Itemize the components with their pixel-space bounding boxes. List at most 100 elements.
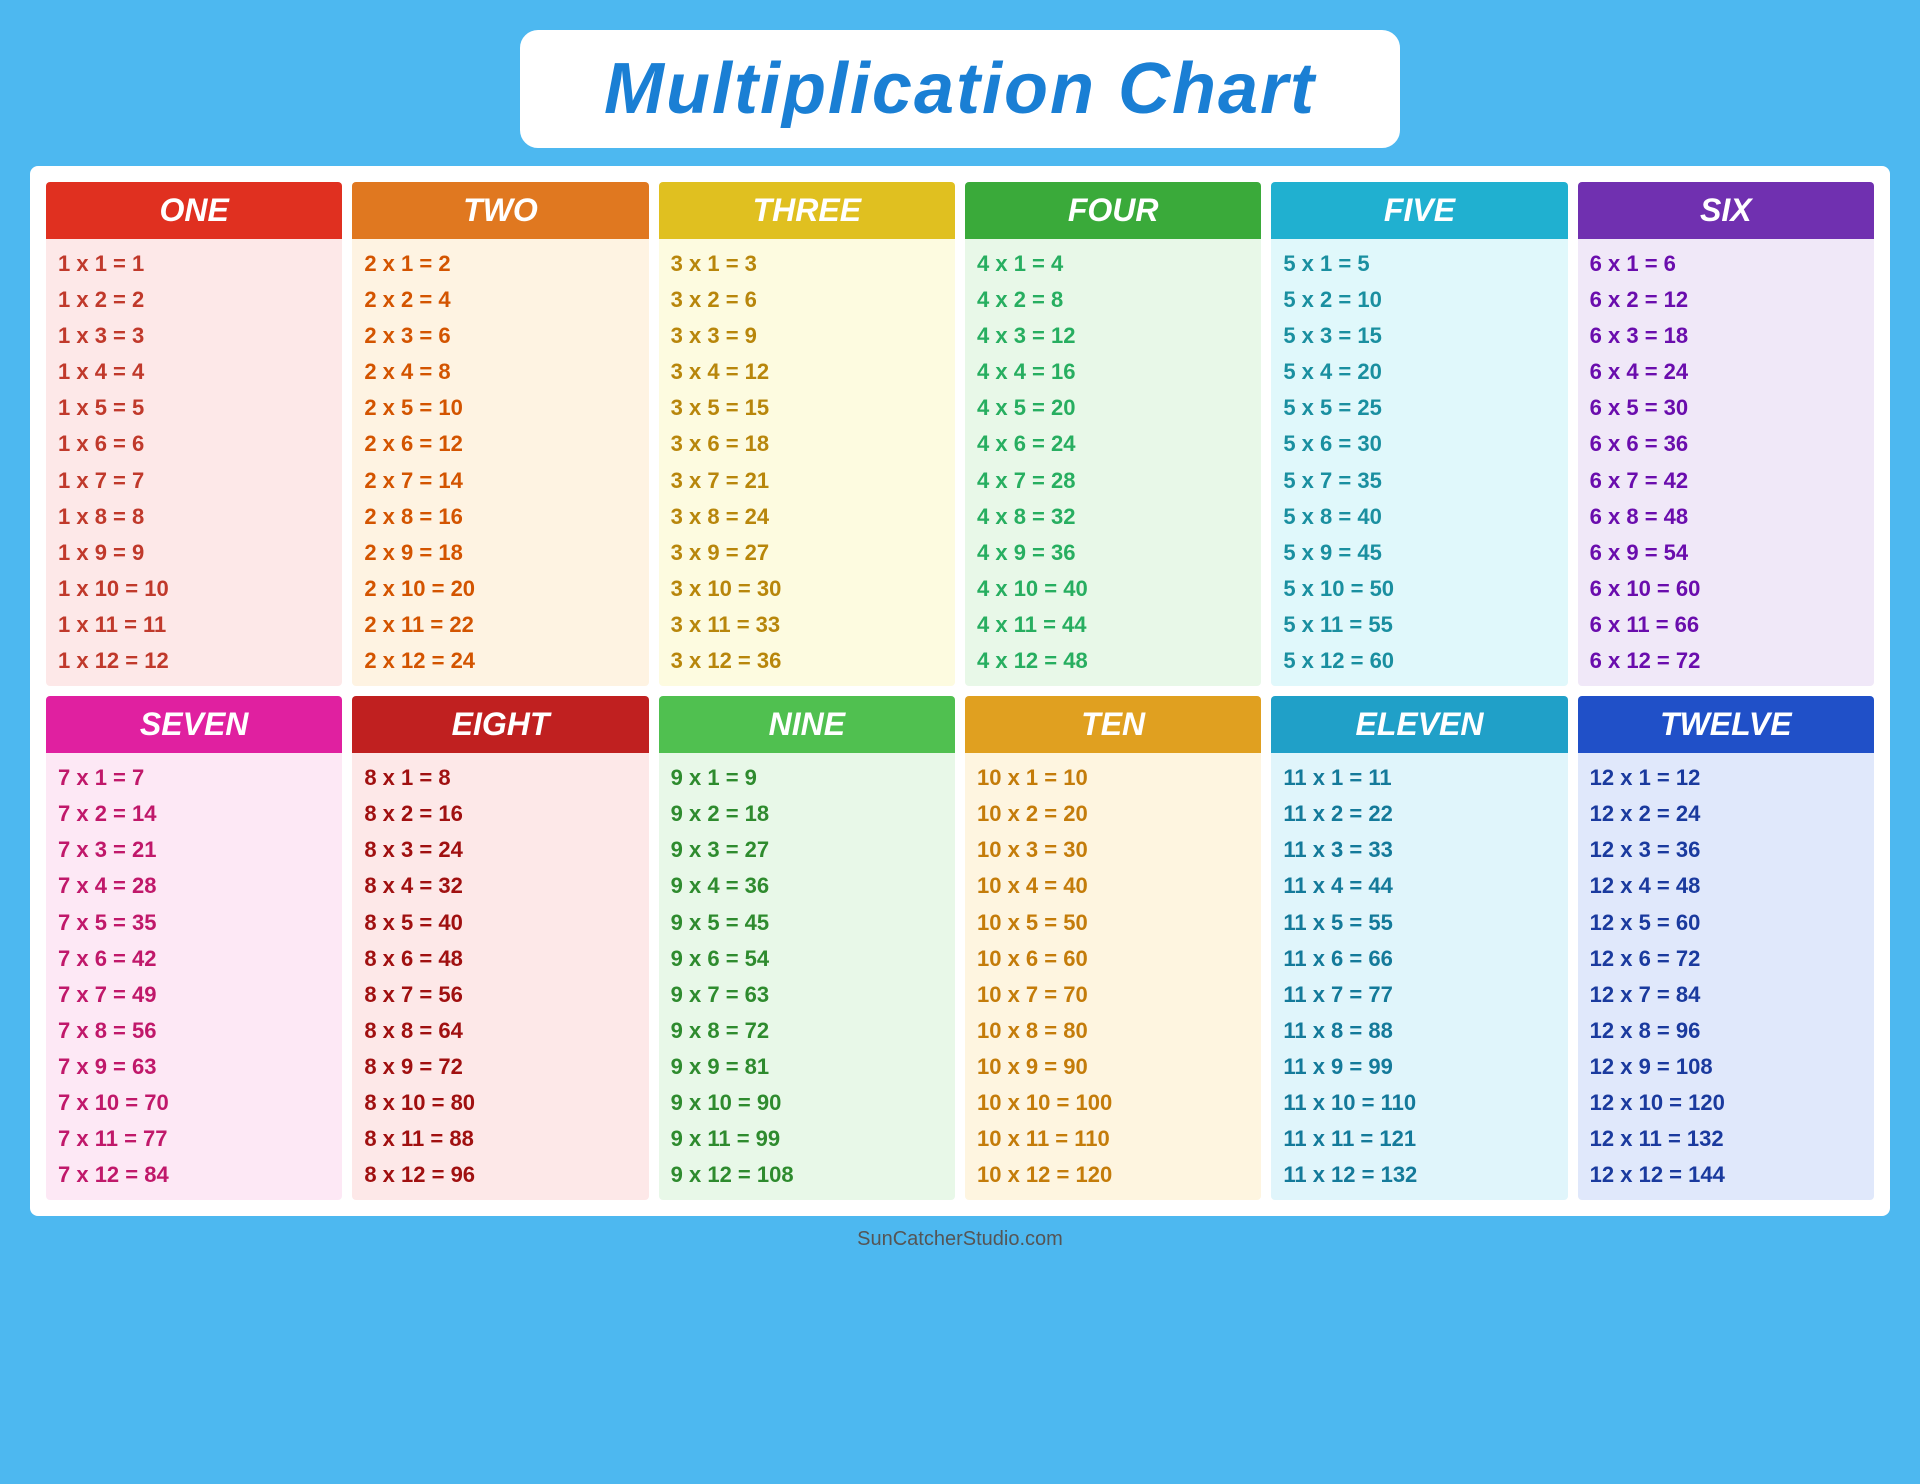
table-row: 10 x 10 = 100 (977, 1086, 1249, 1120)
table-row: 4 x 7 = 28 (977, 464, 1249, 498)
table-row: 3 x 11 = 33 (671, 608, 943, 642)
table-row: 10 x 7 = 70 (977, 978, 1249, 1012)
header-twelve: TWELVE (1578, 696, 1874, 753)
table-row: 3 x 10 = 30 (671, 572, 943, 606)
body-twelve: 12 x 1 = 1212 x 2 = 2412 x 3 = 3612 x 4 … (1578, 753, 1874, 1200)
body-one: 1 x 1 = 11 x 2 = 21 x 3 = 31 x 4 = 41 x … (46, 239, 342, 686)
table-row: 7 x 8 = 56 (58, 1014, 330, 1048)
block-eleven: ELEVEN11 x 1 = 1111 x 2 = 2211 x 3 = 331… (1271, 696, 1567, 1200)
table-row: 12 x 5 = 60 (1590, 906, 1862, 940)
header-six: SIX (1578, 182, 1874, 239)
table-row: 2 x 6 = 12 (364, 427, 636, 461)
table-row: 3 x 12 = 36 (671, 644, 943, 678)
body-three: 3 x 1 = 33 x 2 = 63 x 3 = 93 x 4 = 123 x… (659, 239, 955, 686)
table-row: 9 x 3 = 27 (671, 833, 943, 867)
table-row: 1 x 11 = 11 (58, 608, 330, 642)
table-row: 5 x 10 = 50 (1283, 572, 1555, 606)
table-row: 3 x 9 = 27 (671, 536, 943, 570)
table-row: 7 x 1 = 7 (58, 761, 330, 795)
table-row: 5 x 6 = 30 (1283, 427, 1555, 461)
table-row: 3 x 4 = 12 (671, 355, 943, 389)
table-row: 11 x 1 = 11 (1283, 761, 1555, 795)
table-row: 11 x 2 = 22 (1283, 797, 1555, 831)
table-row: 2 x 9 = 18 (364, 536, 636, 570)
table-row: 10 x 1 = 10 (977, 761, 1249, 795)
table-row: 9 x 2 = 18 (671, 797, 943, 831)
table-row: 9 x 6 = 54 (671, 942, 943, 976)
body-four: 4 x 1 = 44 x 2 = 84 x 3 = 124 x 4 = 164 … (965, 239, 1261, 686)
table-row: 5 x 12 = 60 (1283, 644, 1555, 678)
table-row: 4 x 8 = 32 (977, 500, 1249, 534)
table-row: 3 x 7 = 21 (671, 464, 943, 498)
header-three: THREE (659, 182, 955, 239)
table-row: 11 x 12 = 132 (1283, 1158, 1555, 1192)
table-row: 9 x 10 = 90 (671, 1086, 943, 1120)
table-row: 7 x 3 = 21 (58, 833, 330, 867)
table-row: 8 x 2 = 16 (364, 797, 636, 831)
table-row: 6 x 9 = 54 (1590, 536, 1862, 570)
table-row: 9 x 9 = 81 (671, 1050, 943, 1084)
table-row: 8 x 6 = 48 (364, 942, 636, 976)
table-row: 12 x 9 = 108 (1590, 1050, 1862, 1084)
title-box: Multiplication Chart (520, 30, 1400, 148)
table-row: 12 x 2 = 24 (1590, 797, 1862, 831)
table-row: 12 x 1 = 12 (1590, 761, 1862, 795)
table-row: 7 x 10 = 70 (58, 1086, 330, 1120)
table-row: 8 x 7 = 56 (364, 978, 636, 1012)
chart-outer: ONE1 x 1 = 11 x 2 = 21 x 3 = 31 x 4 = 41… (30, 166, 1890, 1216)
body-two: 2 x 1 = 22 x 2 = 42 x 3 = 62 x 4 = 82 x … (352, 239, 648, 686)
header-nine: NINE (659, 696, 955, 753)
table-row: 8 x 5 = 40 (364, 906, 636, 940)
table-row: 8 x 12 = 96 (364, 1158, 636, 1192)
table-row: 1 x 8 = 8 (58, 500, 330, 534)
header-eight: EIGHT (352, 696, 648, 753)
table-row: 7 x 12 = 84 (58, 1158, 330, 1192)
table-row: 11 x 9 = 99 (1283, 1050, 1555, 1084)
table-row: 7 x 4 = 28 (58, 869, 330, 903)
table-row: 3 x 6 = 18 (671, 427, 943, 461)
body-five: 5 x 1 = 55 x 2 = 105 x 3 = 155 x 4 = 205… (1271, 239, 1567, 686)
table-row: 10 x 11 = 110 (977, 1122, 1249, 1156)
header-five: FIVE (1271, 182, 1567, 239)
table-row: 6 x 2 = 12 (1590, 283, 1862, 317)
table-row: 2 x 4 = 8 (364, 355, 636, 389)
header-four: FOUR (965, 182, 1261, 239)
table-row: 2 x 8 = 16 (364, 500, 636, 534)
table-row: 8 x 8 = 64 (364, 1014, 636, 1048)
table-row: 11 x 7 = 77 (1283, 978, 1555, 1012)
block-eight: EIGHT8 x 1 = 88 x 2 = 168 x 3 = 248 x 4 … (352, 696, 648, 1200)
table-row: 12 x 4 = 48 (1590, 869, 1862, 903)
table-row: 4 x 12 = 48 (977, 644, 1249, 678)
table-row: 2 x 11 = 22 (364, 608, 636, 642)
table-row: 12 x 8 = 96 (1590, 1014, 1862, 1048)
table-row: 6 x 10 = 60 (1590, 572, 1862, 606)
header-ten: TEN (965, 696, 1261, 753)
table-row: 2 x 10 = 20 (364, 572, 636, 606)
table-row: 9 x 4 = 36 (671, 869, 943, 903)
table-row: 2 x 1 = 2 (364, 247, 636, 281)
table-row: 6 x 7 = 42 (1590, 464, 1862, 498)
table-row: 11 x 3 = 33 (1283, 833, 1555, 867)
table-row: 10 x 9 = 90 (977, 1050, 1249, 1084)
table-row: 9 x 12 = 108 (671, 1158, 943, 1192)
block-two: TWO2 x 1 = 22 x 2 = 42 x 3 = 62 x 4 = 82… (352, 182, 648, 686)
table-row: 1 x 4 = 4 (58, 355, 330, 389)
table-row: 3 x 8 = 24 (671, 500, 943, 534)
table-row: 8 x 11 = 88 (364, 1122, 636, 1156)
table-row: 12 x 10 = 120 (1590, 1086, 1862, 1120)
table-row: 2 x 3 = 6 (364, 319, 636, 353)
block-four: FOUR4 x 1 = 44 x 2 = 84 x 3 = 124 x 4 = … (965, 182, 1261, 686)
table-row: 10 x 12 = 120 (977, 1158, 1249, 1192)
table-row: 5 x 11 = 55 (1283, 608, 1555, 642)
table-row: 1 x 3 = 3 (58, 319, 330, 353)
table-row: 10 x 3 = 30 (977, 833, 1249, 867)
table-row: 4 x 6 = 24 (977, 427, 1249, 461)
table-row: 10 x 4 = 40 (977, 869, 1249, 903)
table-row: 2 x 7 = 14 (364, 464, 636, 498)
table-row: 4 x 10 = 40 (977, 572, 1249, 606)
table-row: 5 x 1 = 5 (1283, 247, 1555, 281)
table-row: 1 x 6 = 6 (58, 427, 330, 461)
table-row: 11 x 5 = 55 (1283, 906, 1555, 940)
header-one: ONE (46, 182, 342, 239)
table-row: 7 x 9 = 63 (58, 1050, 330, 1084)
